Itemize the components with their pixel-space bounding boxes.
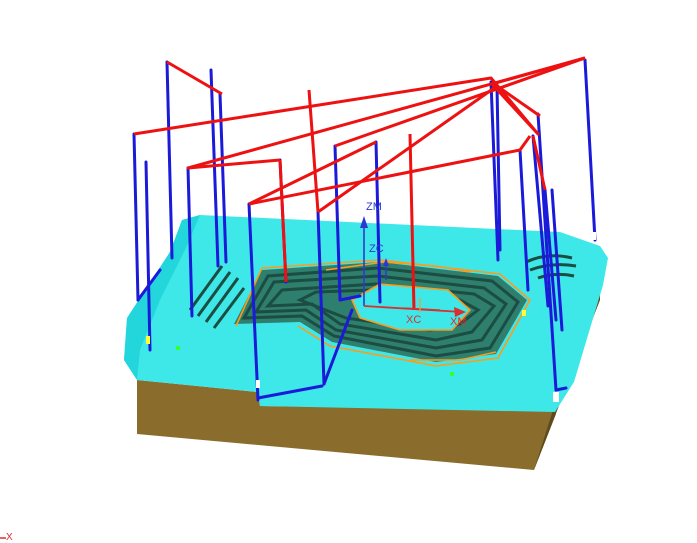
zm-axis-label: ZM (366, 201, 382, 213)
triad-x-label: X (6, 532, 13, 543)
xm-axis-label: XM (450, 316, 467, 328)
plunge-1 (132, 132, 140, 302)
step-5 (554, 386, 568, 392)
graphics-viewport[interactable]: ZM ZC XC XM X (0, 0, 697, 543)
plunge-3 (165, 60, 174, 260)
xc-axis-label: XC (406, 314, 422, 326)
zc-axis-label: ZC (369, 243, 384, 255)
toolpath-scene[interactable] (0, 0, 697, 543)
plunge-19 (583, 58, 597, 242)
